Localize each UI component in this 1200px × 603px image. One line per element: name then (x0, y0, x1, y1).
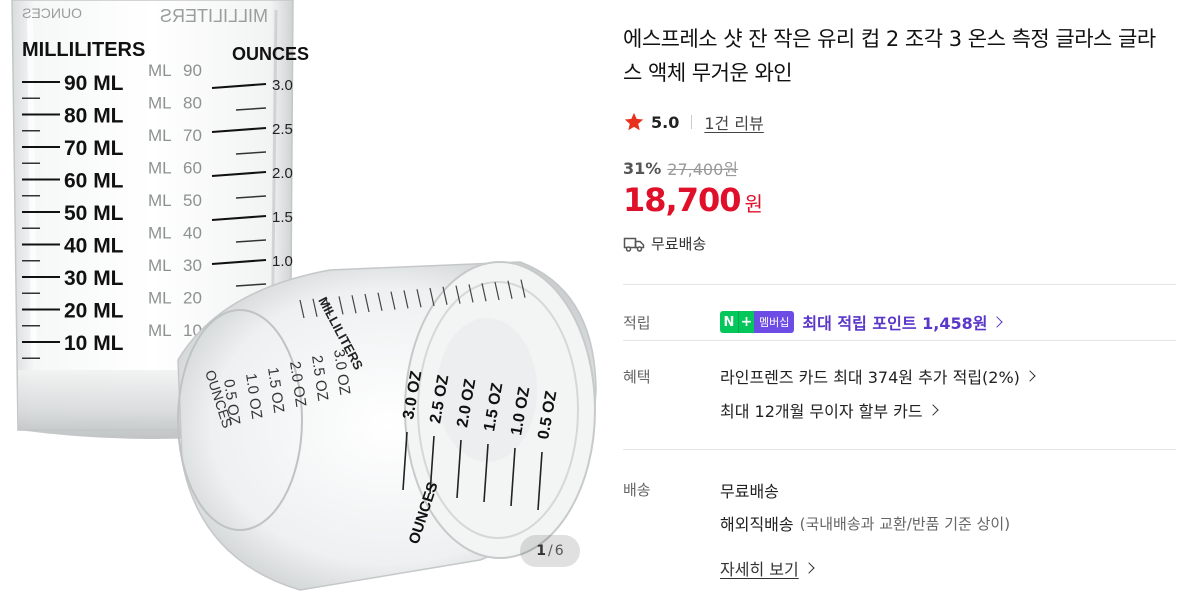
overseas-delivery-text: 해외직배송 (720, 515, 794, 534)
rating-value: 5.0 (651, 112, 680, 132)
section-divider (623, 449, 1176, 450)
ghost-ml-unit: ML (148, 256, 172, 275)
product-info-panel: 에스프레소 샷 잔 작은 유리 컵 2 조각 3 온스 측정 글라스 글라스 액… (623, 0, 1183, 603)
glass-mirror-ounces: OUNCES (22, 5, 82, 21)
glass-mirror-milliliters: MILLILITERS (160, 6, 268, 26)
glass-header-milliliters: MILLILITERS (22, 39, 145, 61)
ghost-ml-value: 90 (183, 61, 202, 80)
ghost-ml-unit: ML (148, 126, 172, 145)
oz-mark-label: 1.0 (272, 253, 293, 270)
image-page-counter: 1 / 6 (520, 535, 580, 567)
section-divider (623, 284, 1176, 285)
section-divider (623, 340, 1176, 341)
image-page-total: 6 (554, 543, 564, 559)
shipping-summary-text: 무료배송 (651, 235, 707, 253)
delivery-free-text: 무료배송 (720, 482, 779, 501)
product-image: MILLILITERS OUNCES OUNCES MILLILITERS 90… (11, 0, 597, 591)
installment-text: 최대 12개월 무이자 할부 카드 (720, 402, 923, 421)
max-points-text: 최대 적립 포인트 1,458원 (802, 314, 988, 333)
chevron-right-icon (803, 562, 815, 574)
ghost-ml-unit: ML (148, 191, 172, 210)
ml-mark-label: 70 ML (64, 137, 124, 160)
product-title: 에스프레소 샷 잔 작은 유리 컵 2 조각 3 온스 측정 글라스 글라스 액… (623, 27, 1156, 85)
overseas-delivery-row: 해외직배송 (국내배송과 교환/반품 기준 상이) (720, 511, 1010, 535)
naver-plus-membership-badge: N + 멤버십 (720, 311, 795, 333)
chevron-right-icon (1024, 370, 1036, 382)
sale-price: 18,700 원 (623, 181, 763, 219)
installment-row[interactable]: 최대 12개월 무이자 할부 카드 (720, 398, 939, 422)
badge-membership: 멤버십 (754, 311, 795, 333)
delivery-label: 배송 (623, 481, 651, 499)
ghost-ml-value: 50 (183, 191, 202, 210)
review-count-link[interactable]: 1건 리뷰 (704, 110, 763, 134)
oz-mark-label: 3.0 (272, 77, 293, 94)
ghost-ml-value: 20 (183, 289, 202, 308)
rating-divider (691, 115, 693, 129)
sale-price-amount: 18,700 (623, 181, 741, 219)
ghost-ml-unit: ML (148, 224, 172, 243)
ghost-ml-unit: ML (148, 321, 172, 340)
ghost-ml-unit: ML (148, 94, 172, 113)
ml-mark-label: 40 ML (64, 235, 124, 258)
ghost-ml-value: 60 (183, 159, 202, 178)
product-image-gallery[interactable]: MILLILITERS OUNCES OUNCES MILLILITERS 90… (0, 0, 600, 603)
sale-price-currency: 원 (744, 192, 763, 216)
delivery-free-row: 무료배송 (720, 478, 779, 502)
discount-rate: 31% (623, 158, 662, 178)
ghost-ml-value: 40 (183, 224, 202, 243)
discount-row: 31% 27,400원 (623, 156, 738, 180)
ml-mark-label: 30 ML (64, 267, 124, 290)
ml-mark-label: 10 ML (64, 332, 124, 355)
badge-n: N (720, 311, 738, 333)
chevron-right-icon (991, 316, 1004, 328)
ghost-ml-unit: ML (148, 289, 172, 308)
ghost-ml-unit: ML (148, 61, 172, 80)
oz-mark-label: 2.0 (272, 165, 293, 182)
card-benefit-text: 라인프렌즈 카드 최대 374원 추가 적립(2%) (720, 368, 1020, 387)
badge-plus: + (738, 311, 754, 333)
glass-header-ounces: OUNCES (232, 44, 309, 64)
delivery-details-link[interactable]: 자세히 보기 (720, 556, 799, 580)
ghost-ml-value: 80 (183, 94, 202, 113)
ghost-ml-unit: ML (148, 159, 172, 178)
ml-mark-label: 80 ML (64, 105, 124, 128)
image-page-separator: / (548, 543, 553, 559)
card-benefit-row[interactable]: 라인프렌즈 카드 최대 374원 추가 적립(2%) (720, 364, 1036, 388)
ghost-ml-value: 70 (183, 126, 202, 145)
ml-mark-label: 90 ML (64, 72, 124, 95)
benefits-label: 혜택 (623, 368, 651, 386)
image-page-current: 1 (536, 543, 547, 559)
ml-mark-label: 50 ML (64, 202, 124, 225)
ml-mark-label: 60 ML (64, 170, 124, 193)
chevron-right-icon (926, 404, 939, 416)
ghost-ml-value: 30 (183, 256, 202, 275)
truck-icon (623, 235, 645, 253)
points-label: 적립 (623, 314, 651, 332)
points-row[interactable]: N + 멤버십 최대 적립 포인트 1,458원 (720, 310, 1004, 334)
overseas-delivery-note: (국내배송과 교환/반품 기준 상이) (799, 514, 1011, 533)
ml-mark-label: 20 ML (64, 300, 124, 323)
star-icon (623, 111, 645, 133)
oz-mark-label: 1.5 (272, 209, 293, 226)
oz-mark-label: 2.5 (272, 121, 293, 138)
original-price: 27,400원 (667, 160, 739, 179)
shipping-summary: 무료배송 (623, 233, 706, 254)
rating-row: 5.0 1건 리뷰 (623, 110, 764, 134)
delivery-details-row[interactable]: 자세히 보기 (720, 556, 815, 580)
